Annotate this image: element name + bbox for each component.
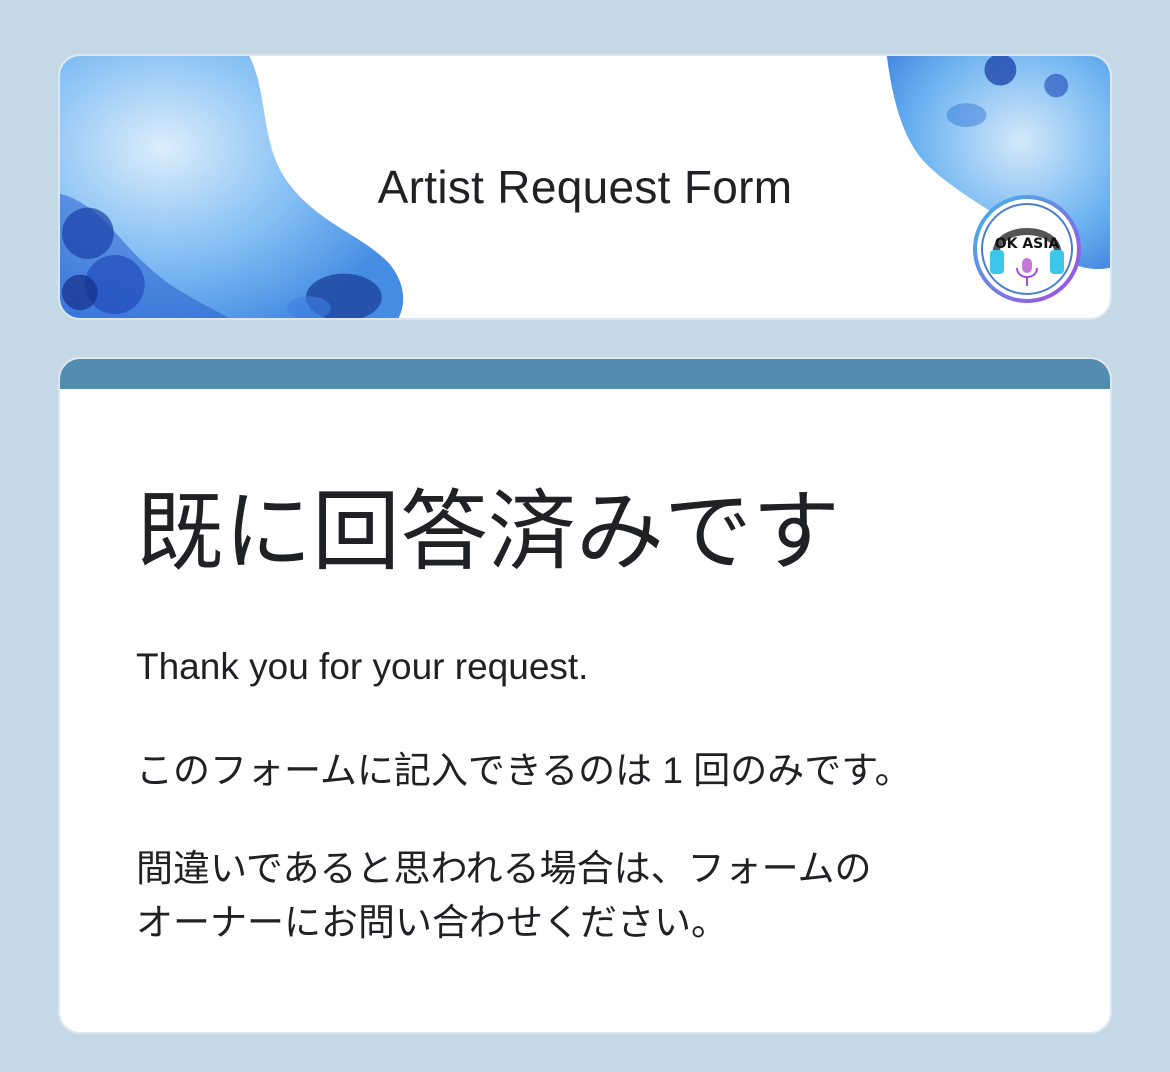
card-accent-bar [60, 359, 1110, 389]
response-limit-message: このフォームに記入できるのは 1 回のみです。 [136, 750, 912, 791]
contact-owner-message: 間違いであると思われる場合は、フォームの オーナーにお問い合わせください。 [136, 842, 1036, 950]
contact-owner-line-2: オーナーにお問い合わせください。 [136, 902, 728, 943]
logo-text: OK ASIA [995, 236, 1060, 252]
form-title: Artist Request Form [377, 161, 793, 213]
headphones-icon: OK ASIA [973, 195, 1081, 303]
contact-owner-line-1: 間違いであると思われる場合は、フォームの [136, 848, 872, 889]
confirmation-heading: 既に回答済みです [136, 480, 841, 583]
thank-you-message: Thank you for your request. [136, 646, 589, 687]
confirmation-card: 既に回答済みです Thank you for your request. このフ… [58, 357, 1112, 1034]
form-header-card: Artist Request Form OK ASIA [58, 54, 1112, 320]
